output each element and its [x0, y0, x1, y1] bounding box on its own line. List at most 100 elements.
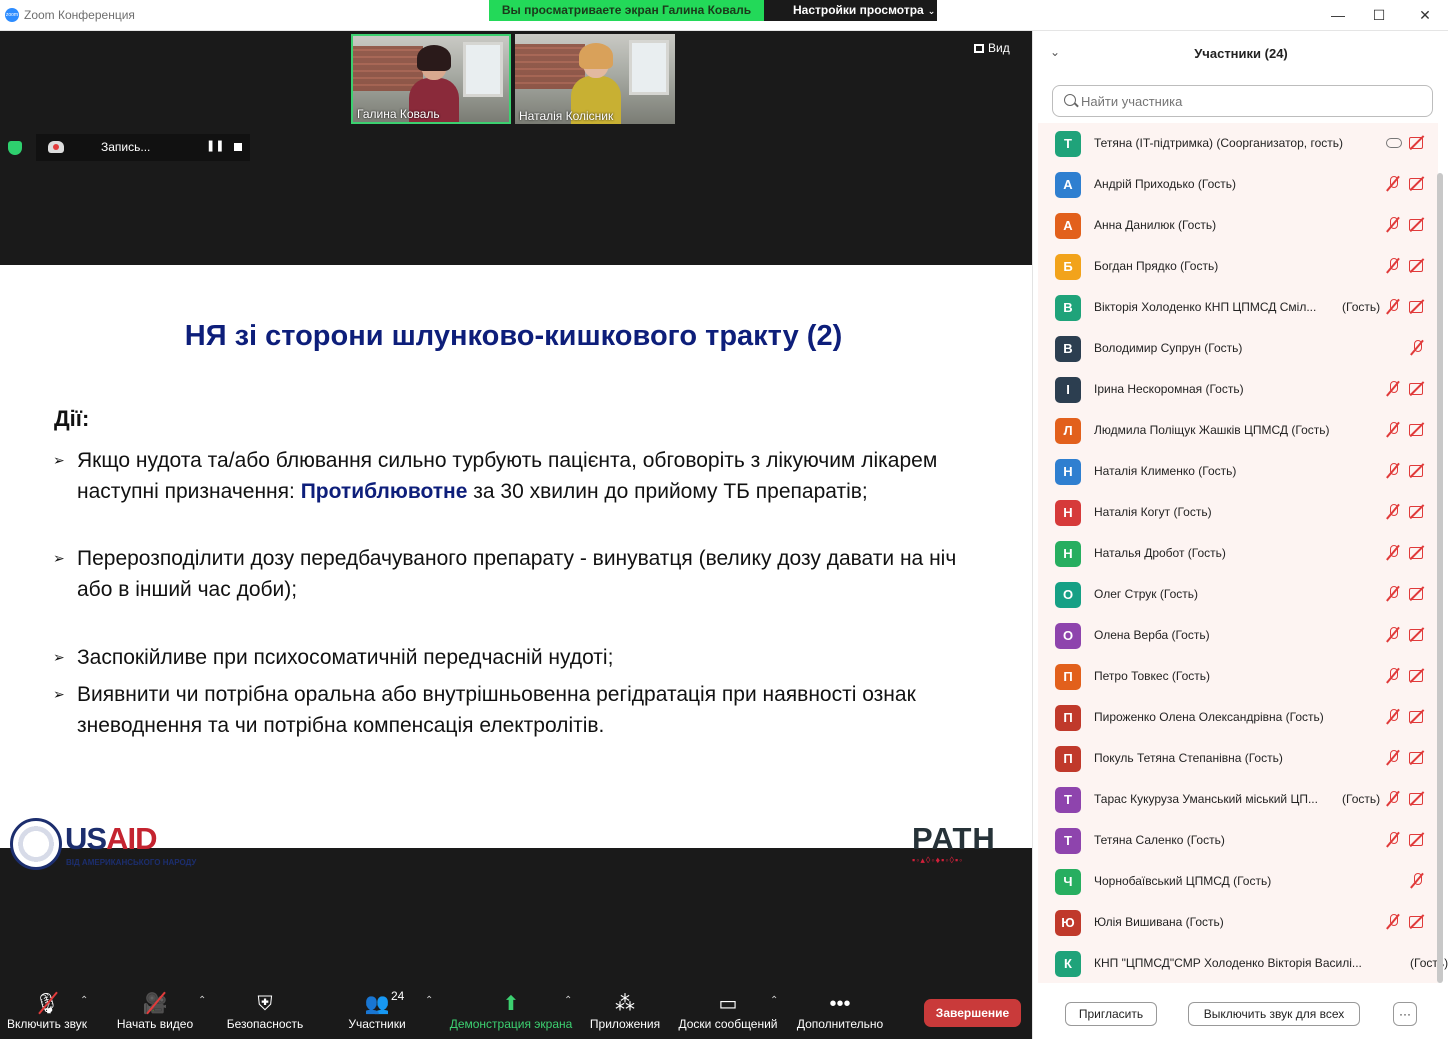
avatar: П [1055, 664, 1081, 690]
avatar: Ю [1055, 910, 1081, 936]
encryption-shield-icon[interactable] [8, 141, 22, 155]
participant-row[interactable]: О Олег Струк (Гость) [1038, 574, 1438, 615]
avatar: К [1055, 951, 1081, 977]
whiteboards-options-caret[interactable]: ⌃ [770, 995, 778, 1006]
video-camera-off-icon [1408, 175, 1426, 191]
more-button[interactable]: ••• Дополнительно [794, 991, 886, 1037]
slide-bullet: ➢ Заспокійливе при психосоматичній перед… [53, 642, 977, 673]
microphone-muted-icon [1384, 216, 1402, 232]
participant-row[interactable]: О Олена Верба (Гость) [1038, 615, 1438, 656]
participants-options-caret[interactable]: ⌃ [425, 995, 433, 1006]
avatar: А [1055, 213, 1081, 239]
video-options-caret[interactable]: ⌃ [198, 995, 206, 1006]
participant-name: Тетяна Саленко (Гость) [1094, 833, 1225, 847]
video-background-window [629, 40, 669, 95]
arrow-bullet-icon: ➢ [53, 686, 65, 702]
video-camera-off-icon [1408, 544, 1426, 560]
participants-button[interactable]: 👥 24 Участники [345, 989, 409, 1037]
microphone-muted-icon [1384, 257, 1402, 273]
participant-name: Юлія Вишивана (Гость) [1094, 915, 1224, 929]
participant-row[interactable]: А Анна Данилюк (Гость) [1038, 205, 1438, 246]
participant-row[interactable]: Л Людмила Поліщук Жашків ЦПМСД (Гость) [1038, 410, 1438, 451]
video-name-label: Наталія Колісник [519, 109, 614, 123]
participant-row[interactable]: К КНП "ЦПМСД"СМР Холоденко Вікторія Васил… [1038, 943, 1448, 984]
end-meeting-button[interactable]: Завершение [924, 999, 1021, 1027]
microphone-muted-icon [1384, 831, 1402, 847]
view-button[interactable]: Вид [974, 41, 1010, 55]
participant-row[interactable]: А Андрій Приходько (Гость) [1038, 164, 1438, 205]
microphone-muted-icon [1384, 503, 1402, 519]
mute-all-button[interactable]: Выключить звук для всех [1188, 1002, 1360, 1026]
microphone-muted-icon [1384, 175, 1402, 191]
view-options-label: Настройки просмотра [793, 3, 924, 17]
more-dots-icon: ••• [829, 993, 851, 1015]
participant-row[interactable]: Н Наталья Дробот (Гость) [1038, 533, 1438, 574]
cloud-recording-icon [1384, 134, 1402, 150]
participant-row[interactable]: Т Тетяна (IT-підтримка) (Соорганизатор, г… [1038, 123, 1438, 164]
participant-row[interactable]: В Володимир Супрун (Гость) [1038, 328, 1438, 369]
microphone-muted-icon [1384, 667, 1402, 683]
participant-row[interactable]: П Пироженко Олена Олександрівна (Гость) [1038, 697, 1438, 738]
close-button[interactable]: ✕ [1415, 5, 1435, 25]
microphone-muted-icon [1384, 790, 1402, 806]
microphone-muted-icon [1384, 544, 1402, 560]
start-video-button[interactable]: 🎥 Начать видео [115, 991, 195, 1037]
video-camera-off-icon [1408, 134, 1426, 150]
participant-row[interactable]: Ю Юлія Вишивана (Гость) [1038, 902, 1438, 943]
participant-name: Тетяна (IT-підтримка) (Соорганизатор, го… [1094, 136, 1343, 150]
participant-row[interactable]: В Вікторія Холоденко КНП ЦПМСД Сміл... (Го… [1038, 287, 1438, 328]
video-tile-1[interactable]: Галина Коваль [351, 34, 511, 124]
search-participant-input[interactable] [1052, 85, 1433, 117]
avatar: О [1055, 582, 1081, 608]
avatar: Т [1055, 131, 1081, 157]
microphone-muted-icon [1384, 421, 1402, 437]
participant-hair [579, 43, 613, 69]
video-tile-2[interactable]: Наталія Колісник [515, 34, 675, 124]
video-camera-off-icon [1408, 913, 1426, 929]
invite-button[interactable]: Пригласить [1065, 1002, 1157, 1026]
participant-list-scrollbar[interactable] [1437, 173, 1443, 983]
participant-list: Т Тетяна (IT-підтримка) (Соорганизатор, г… [1038, 123, 1448, 984]
zoom-logo-icon: zoom [5, 8, 19, 22]
audio-options-caret[interactable]: ⌃ [80, 995, 88, 1006]
slide-bullet: ➢ Виявнити чи потрібна оральна або внутр… [53, 679, 977, 741]
slide-bullet: ➢ Якщо нудота та/або блювання сильно тур… [53, 445, 977, 507]
microphone-muted-icon [1384, 585, 1402, 601]
participant-row[interactable]: Ч Чорнобаївський ЦПМСД (Гость) [1038, 861, 1438, 902]
security-button[interactable]: ⛨ Безопасность [225, 991, 305, 1037]
participant-row[interactable]: Н Наталія Когут (Гость) [1038, 492, 1438, 533]
view-options-button[interactable]: Настройки просмотра ⌄ [764, 0, 937, 21]
microphone-muted-icon [1384, 626, 1402, 642]
participant-row[interactable]: Т Тетяна Саленко (Гость) [1038, 820, 1438, 861]
avatar: П [1055, 705, 1081, 731]
start-video-label: Начать видео [116, 1017, 194, 1031]
video-camera-off-icon [1408, 790, 1426, 806]
unmute-button[interactable]: 🎙 Включить звук [4, 991, 90, 1037]
search-icon [1064, 94, 1076, 106]
more-label: Дополнительно [796, 1017, 884, 1031]
participant-row[interactable]: Б Богдан Прядко (Гость) [1038, 246, 1438, 287]
maximize-button[interactable]: ☐ [1369, 5, 1389, 25]
participant-row[interactable]: Т Тарас Кукуруза Уманський міський ЦП...(… [1038, 779, 1438, 820]
bullet-text: Виявнити чи потрібна оральна або внутріш… [77, 683, 916, 737]
participant-name: Наталія Когут (Гость) [1094, 505, 1212, 519]
pause-recording-button[interactable]: ❚❚ [206, 139, 224, 152]
whiteboard-icon: ▭ [718, 993, 738, 1015]
share-options-caret[interactable]: ⌃ [564, 995, 572, 1006]
security-label: Безопасность [226, 1017, 304, 1031]
apps-button[interactable]: ⁂ Приложения [588, 991, 662, 1037]
stop-recording-button[interactable] [234, 143, 242, 151]
participant-row[interactable]: П Покуль Тетяна Степанівна (Гость) [1038, 738, 1438, 779]
minimize-button[interactable]: — [1328, 5, 1348, 25]
participant-row[interactable]: Н Наталія Клименко (Гость) [1038, 451, 1438, 492]
avatar: Н [1055, 541, 1081, 567]
share-screen-button[interactable]: ⬆ Демонстрация экрана [448, 991, 574, 1037]
participant-row[interactable]: П Петро Товкес (Гость) [1038, 656, 1438, 697]
participant-row[interactable]: І Ірина Нескоромная (Гость) [1038, 369, 1438, 410]
arrow-bullet-icon: ➢ [53, 452, 65, 468]
panel-title: Участники (24) [1194, 46, 1288, 61]
whiteboards-button[interactable]: ▭ Доски сообщений [676, 991, 780, 1037]
avatar: В [1055, 295, 1081, 321]
unmute-label: Включить звук [6, 1017, 88, 1031]
panel-more-button[interactable]: ··· [1393, 1002, 1417, 1026]
